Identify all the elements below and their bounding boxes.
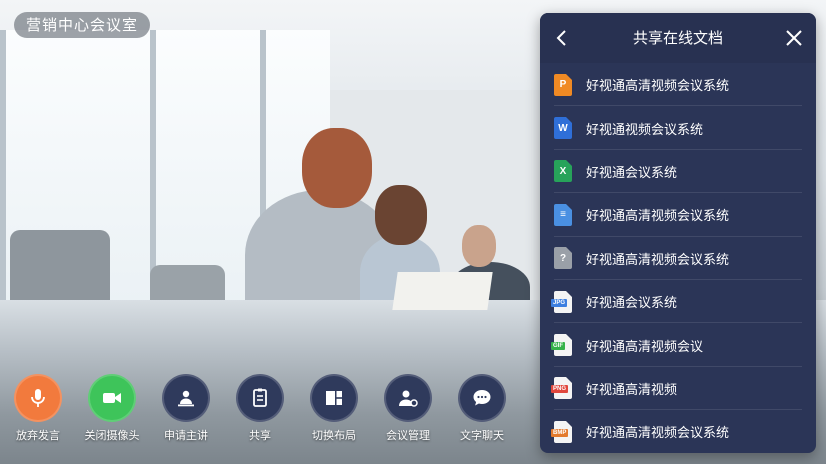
close-button[interactable] [782,26,806,50]
document-name: 好视通高清视频会议系统 [586,79,730,95]
document-name: 好视通高清视频会议系统 [586,209,730,225]
toolbar-label: 关闭摄像头 [84,429,140,442]
toolbar-label: 放弃发言 [16,429,60,442]
document-item[interactable]: PNG 好视通高清视频 [540,367,816,411]
jpg-file-icon: JPG [551,290,572,313]
document-list: P 好视通高清视频会议系统 W 好视通视频会议系统 X 好视通会议系统 ≡ 好视… [540,63,816,453]
participant-head [462,225,496,267]
panel-title: 共享在线文档 [632,29,723,47]
toolbar-label: 共享 [249,429,271,442]
layout-icon [310,374,358,422]
chat-bubble-icon [458,374,506,422]
text-chat-button[interactable]: 文字聊天 [445,374,519,443]
microphone-icon [14,374,62,422]
toolbar-label: 切换布局 [312,429,356,442]
document-name: 好视通高清视频会议 [586,339,704,355]
document-item[interactable]: BMP 好视通高清视频会议系统 [540,410,816,453]
panel-header: 共享在线文档 [540,13,816,63]
word-file-icon: W [554,117,572,140]
camera-off-button[interactable]: 关闭摄像头 [75,374,149,443]
document-name: 好视通视频会议系统 [586,122,704,138]
document-name: 好视通高清视频会议系统 [586,252,730,268]
toolbar-label: 会议管理 [386,429,430,442]
document-name: 好视通会议系统 [586,296,678,312]
request-presenter-button[interactable]: 申请主讲 [149,374,223,443]
mute-speaking-button[interactable]: 放弃发言 [1,374,75,443]
document-name: 好视通高清视频会议系统 [586,426,730,442]
share-button[interactable]: 共享 [223,374,297,443]
document-item[interactable]: ≡ 好视通高清视频会议系统 [540,193,816,237]
share-document-panel: 共享在线文档 P 好视通高清视频会议系统 W 好视通视频会议系统 X 好视通会议… [540,13,816,453]
video-camera-icon [88,374,136,422]
text-file-icon: ≡ [554,203,572,226]
bmp-file-icon: BMP [551,420,572,443]
document-item[interactable]: ? 好视通高清视频会议系统 [540,237,816,281]
file-type-tag: PNG [551,385,569,394]
ppt-file-icon: P [554,73,572,96]
file-type-tag: JPG [551,298,568,307]
close-icon [786,30,802,46]
share-icon [236,374,284,422]
toolbar-label: 申请主讲 [164,429,208,442]
document-item[interactable]: JPG 好视通会议系统 [540,280,816,324]
meeting-toolbar: 放弃发言 关闭摄像头 申请主讲 共享 切换布局 会议管理 文字聊天 [0,374,540,454]
toolbar-label: 文字聊天 [460,429,504,442]
participant-head [302,128,372,208]
unknown-file-icon: ? [554,247,572,270]
meeting-management-button[interactable]: 会议管理 [371,374,445,443]
document-item[interactable]: P 好视通高清视频会议系统 [540,63,816,107]
room-title: 营销中心会议室 [14,12,151,38]
document-item[interactable]: W 好视通视频会议系统 [540,106,816,151]
png-file-icon: PNG [551,377,572,400]
file-type-tag: BMP [551,428,569,437]
user-settings-icon [384,374,432,422]
document-item[interactable]: GIF 好视通高清视频会议 [540,323,816,368]
papers [392,272,493,310]
document-name: 好视通会议系统 [586,165,678,181]
participant-head [375,185,427,245]
excel-file-icon: X [554,160,572,183]
file-type-tag: GIF [551,342,565,351]
document-item[interactable]: X 好视通会议系统 [540,150,816,194]
presenter-icon [162,374,210,422]
gif-file-icon: GIF [551,334,572,357]
switch-layout-button[interactable]: 切换布局 [297,374,371,443]
document-name: 好视通高清视频 [586,382,678,398]
